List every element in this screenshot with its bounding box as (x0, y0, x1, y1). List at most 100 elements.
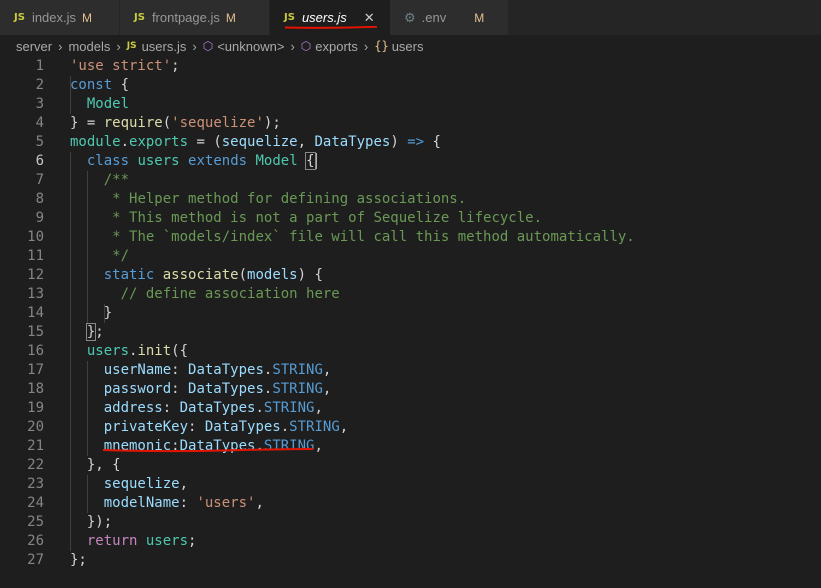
line-number: 5 (35, 134, 44, 150)
breadcrumb-item-users[interactable]: users (392, 39, 424, 54)
code-line: 20 privateKey: DataTypes.STRING, (0, 418, 821, 437)
code-text: }, { (86, 457, 121, 473)
line-number: 2 (35, 77, 44, 93)
code-text: module.exports = (sequelize, DataTypes) … (70, 134, 441, 150)
chevron-right-icon: › (192, 38, 197, 54)
line-number: 22 (27, 457, 44, 473)
line-number: 23 (27, 476, 44, 492)
tab-index-js[interactable]: JS index.js M (0, 0, 120, 35)
code-text: */ (112, 248, 130, 264)
code-line: 23 sequelize, (0, 475, 821, 494)
line-number: 17 (27, 362, 44, 378)
line-number: 3 (35, 96, 44, 112)
code-text: Model (86, 96, 130, 112)
breadcrumb: server › models › JS users.js › ⬡ <unkno… (0, 35, 821, 57)
close-icon[interactable]: ✕ (364, 10, 375, 26)
tab-label: index.js (31, 10, 77, 25)
line-number: 4 (35, 115, 44, 131)
code-line: 16 users.init({ (0, 342, 821, 361)
line-number: 1 (35, 58, 44, 74)
code-text: users.init({ (86, 343, 189, 359)
code-line: 2 const { (0, 76, 821, 95)
code-line: 27 }; (0, 551, 821, 570)
tab-env[interactable]: ⚙ .env M (390, 0, 508, 35)
tab-frontpage-js[interactable]: JS frontpage.js M (120, 0, 270, 35)
line-number: 9 (35, 210, 44, 226)
code-line: 17 userName: DataTypes.STRING, (0, 361, 821, 380)
chevron-right-icon: › (363, 38, 369, 54)
code-line: 24 modelName: 'users', (0, 494, 821, 513)
line-number: 27 (27, 552, 44, 568)
line-number: 6 (35, 153, 44, 169)
code-editor[interactable]: 1 'use strict'; 2 const { 3 Model 4 } = … (0, 57, 821, 588)
code-text: password: DataTypes.STRING, (103, 381, 332, 397)
line-number: 13 (27, 286, 44, 302)
code-text: } (103, 305, 113, 321)
code-line: 13 // define association here (0, 285, 821, 304)
breadcrumb-item-unknown[interactable]: <unknown> (217, 39, 284, 54)
cube-icon: ⬡ (202, 39, 214, 53)
code-text: * Helper method for defining association… (112, 191, 467, 207)
line-number: 15 (27, 324, 44, 340)
chevron-right-icon: › (58, 38, 63, 54)
code-line: 3 Model (0, 95, 821, 114)
tab-label: .env (421, 10, 447, 25)
line-number: 20 (27, 419, 44, 435)
code-line: 9 * This method is not a part of Sequeli… (0, 209, 821, 228)
code-text: 'use strict'; (70, 58, 180, 74)
line-number: 10 (27, 229, 44, 245)
line-number: 16 (27, 343, 44, 359)
breadcrumb-item-server[interactable]: server (16, 39, 52, 54)
line-number: 18 (27, 381, 44, 397)
code-line: 22 }, { (0, 456, 821, 475)
cube-icon: ⬡ (300, 39, 312, 53)
code-text: privateKey: DataTypes.STRING, (103, 419, 349, 435)
line-number: 26 (27, 533, 44, 549)
code-text: userName: DataTypes.STRING, (103, 362, 332, 378)
code-line: 15 }; (0, 323, 821, 342)
code-line: 4 } = require('sequelize'); (0, 114, 821, 133)
code-line: 1 'use strict'; (0, 57, 821, 76)
code-line: 18 password: DataTypes.STRING, (0, 380, 821, 399)
code-text: /** (103, 172, 130, 188)
modified-badge: M (82, 10, 93, 25)
code-text: sequelize, (103, 476, 189, 492)
code-line: 12 static associate(models) { (0, 266, 821, 285)
breadcrumb-item-models[interactable]: models (68, 39, 110, 54)
gear-icon: ⚙ (404, 9, 416, 25)
code-line: 8 * Helper method for defining associati… (0, 190, 821, 209)
line-number: 25 (27, 514, 44, 530)
code-text: } = require('sequelize'); (70, 115, 281, 131)
chevron-right-icon: › (116, 38, 121, 54)
code-text: return users; (86, 533, 197, 549)
line-number: 24 (27, 495, 44, 511)
code-line: 19 address: DataTypes.STRING, (0, 399, 821, 418)
modified-badge: M (474, 10, 485, 25)
breadcrumb-item-exports[interactable]: exports (315, 39, 358, 54)
code-text: class users extends Model { (86, 152, 317, 170)
code-text: static associate(models) { (103, 267, 323, 283)
code-line: 25 }); (0, 513, 821, 532)
line-number: 12 (27, 267, 44, 283)
line-number: 11 (27, 248, 44, 264)
code-line: 7 /** (0, 171, 821, 190)
code-text: }; (85, 323, 104, 341)
code-text: // define association here (120, 286, 340, 302)
code-text: * This method is not a part of Sequelize… (112, 210, 543, 226)
js-file-icon: JS (14, 12, 25, 23)
code-text: address: DataTypes.STRING, (103, 400, 323, 416)
code-line: 14 } (0, 304, 821, 323)
js-file-icon: JS (126, 41, 137, 51)
code-line: 6 class users extends Model { (0, 152, 821, 171)
breadcrumb-item-file[interactable]: users.js (142, 39, 187, 54)
code-text: modelName: 'users', (103, 495, 264, 511)
chevron-right-icon: › (290, 38, 295, 54)
code-text: mnemonic:DataTypes.STRING, (103, 438, 323, 454)
tab-label: frontpage.js (151, 10, 220, 25)
code-text: * The `models/index` file will call this… (112, 229, 635, 245)
modified-badge: M (225, 10, 236, 25)
tab-label: users.js (301, 10, 347, 25)
js-file-icon: JS (284, 12, 295, 23)
tab-users-js[interactable]: JS users.js ✕ (270, 0, 390, 35)
code-line: 21 mnemonic:DataTypes.STRING, (0, 437, 821, 456)
